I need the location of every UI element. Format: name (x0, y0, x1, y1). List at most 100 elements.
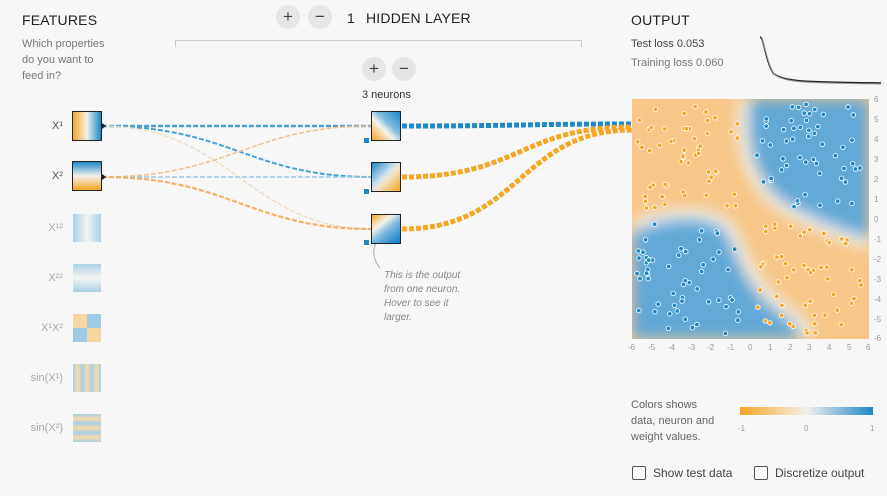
neuron-2-heatmap (372, 163, 400, 191)
data-point (832, 153, 839, 159)
data-point (838, 321, 844, 328)
data-point (636, 255, 642, 261)
data-point (838, 236, 845, 242)
data-point (763, 123, 769, 129)
data-point (642, 193, 648, 199)
data-point (780, 126, 787, 133)
data-point (803, 117, 810, 124)
y-tick: 1 (874, 195, 879, 204)
data-point (643, 205, 650, 211)
data-point (763, 116, 769, 122)
neuron-3[interactable] (371, 214, 401, 244)
data-point (789, 104, 796, 110)
data-point (704, 117, 711, 124)
output-heatmap[interactable] (632, 99, 869, 339)
x2-output-arrow (102, 174, 106, 180)
neuron-1[interactable] (371, 111, 401, 141)
color-scale-max: 1 (870, 424, 875, 433)
link-n3-output (401, 127, 633, 232)
data-point (659, 194, 665, 200)
x-tick: -1 (727, 343, 735, 352)
data-point (732, 203, 739, 209)
data-point (801, 110, 807, 116)
data-point (652, 204, 658, 211)
data-point (848, 300, 855, 307)
data-point (825, 276, 831, 282)
data-point (665, 325, 672, 332)
y-tick: -6 (874, 334, 882, 343)
data-point (807, 226, 813, 233)
data-point (698, 228, 705, 234)
data-point (725, 266, 731, 273)
data-point (858, 282, 864, 288)
data-point (824, 264, 830, 270)
data-point (805, 133, 812, 140)
discretize-output-checkbox[interactable] (754, 466, 768, 480)
y-tick: -3 (874, 275, 882, 284)
data-point (849, 137, 855, 143)
data-point (779, 302, 785, 309)
data-point (818, 264, 824, 271)
y-tick: 0 (874, 215, 879, 224)
data-point (801, 262, 807, 269)
data-point (680, 153, 686, 159)
data-point (728, 129, 734, 135)
data-point (682, 192, 688, 199)
data-point (703, 192, 709, 198)
data-point (811, 312, 818, 319)
data-point (734, 121, 740, 127)
data-point (712, 168, 719, 174)
data-point (646, 257, 652, 263)
data-point (791, 267, 797, 273)
data-point (645, 275, 651, 282)
data-point (767, 142, 773, 148)
data-point (782, 260, 789, 267)
data-point (784, 274, 790, 281)
data-point (670, 290, 676, 297)
data-point (849, 160, 856, 167)
data-point (789, 136, 796, 142)
neuron-3-bias[interactable] (364, 240, 369, 245)
neuron-2-bias[interactable] (364, 189, 369, 194)
x-tick: -2 (707, 343, 715, 352)
x-tick: 6 (866, 343, 871, 352)
color-legend-text: Colors shows data, neuron and weight val… (631, 399, 715, 443)
data-point (857, 165, 863, 171)
data-point (647, 184, 653, 190)
neuron-3-heatmap (372, 215, 400, 243)
data-point (841, 165, 847, 172)
data-point (806, 127, 812, 133)
data-point (850, 112, 856, 118)
data-point (735, 317, 741, 323)
link-n1-output (401, 121, 633, 129)
data-point (802, 191, 808, 198)
data-point (704, 130, 711, 137)
data-point (852, 166, 859, 172)
data-point (680, 281, 687, 288)
x-tick: -5 (648, 343, 656, 352)
neuron-1-bias[interactable] (364, 138, 369, 143)
data-point (819, 141, 825, 147)
data-point (716, 249, 722, 255)
data-point (778, 167, 785, 173)
data-point (703, 109, 709, 115)
data-point (691, 136, 698, 142)
data-point (830, 291, 837, 297)
data-point (838, 175, 845, 181)
data-point (734, 135, 740, 141)
data-point (820, 111, 826, 118)
data-point (807, 270, 814, 276)
data-point (722, 330, 729, 337)
data-point (652, 106, 659, 112)
data-point (668, 138, 674, 145)
data-point (797, 124, 803, 131)
data-point (856, 277, 863, 284)
data-point (681, 110, 687, 117)
x-tick: -4 (668, 343, 676, 352)
neuron-2[interactable] (371, 162, 401, 192)
data-point (642, 198, 649, 204)
data-point (695, 150, 702, 156)
link-n2-output (401, 124, 633, 180)
data-point (723, 303, 729, 310)
show-test-data-checkbox[interactable] (632, 466, 646, 480)
